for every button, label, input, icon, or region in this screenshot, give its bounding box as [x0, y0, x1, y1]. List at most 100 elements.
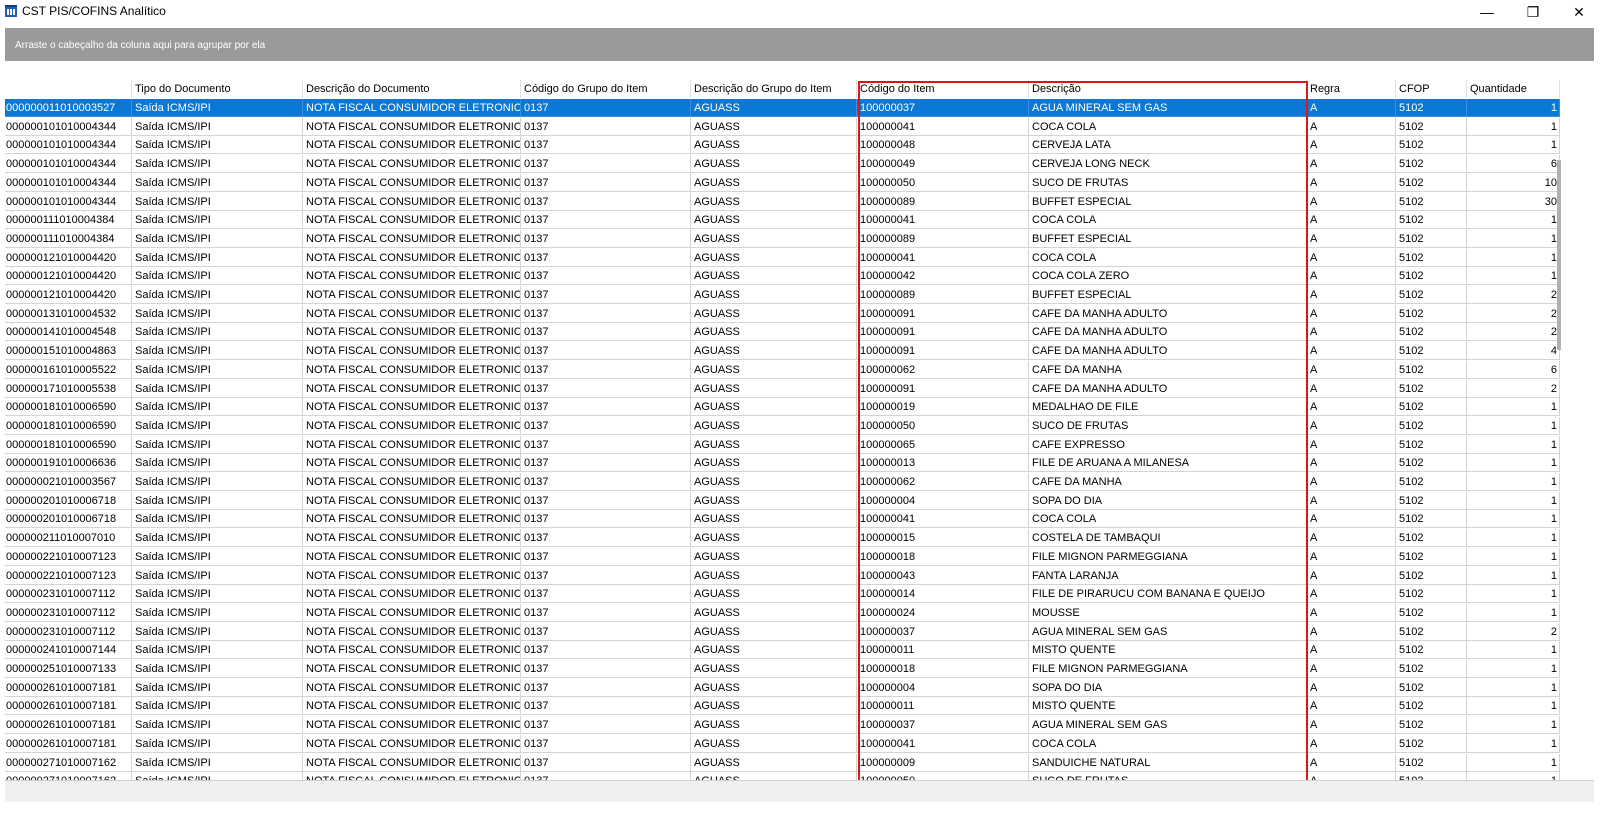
table-row[interactable]: 000000221010007123 Saída ICMS/IPI NOTA FIS… [5, 566, 1565, 585]
col-regra-cell: A [1307, 192, 1396, 211]
col-cfop-cell: 5102 [1396, 697, 1467, 716]
minimize-button[interactable]: — [1464, 0, 1510, 24]
col-document-number-cell: 000000181010006590 [5, 398, 132, 417]
table-row[interactable]: 000000231010007112 Saída ICMS/IPI NOTA FIS… [5, 622, 1565, 641]
col-descricao-cell: CAFE DA MANHA [1029, 360, 1307, 379]
col-cfop-cell: 5102 [1396, 211, 1467, 230]
table-row[interactable]: 000000181010006590 Saída ICMS/IPI NOTA FIS… [5, 398, 1565, 417]
col-cfop-cell: 5102 [1396, 641, 1467, 660]
table-row[interactable]: 000000161010005522 Saída ICMS/IPI NOTA FIS… [5, 360, 1565, 379]
title-bar: CST PIS/COFINS Analítico — ❐ ✕ [0, 0, 1600, 24]
group-by-panel[interactable]: Arraste o cabeçalho da coluna aqui para … [5, 28, 1594, 61]
col-document-number-cell: 000000271010007162 [5, 753, 132, 772]
col-descricao-grupo-cell: AGUASS [691, 772, 857, 780]
col-codigo-item-cell: 100000062 [857, 360, 1029, 379]
col-descricao-documento-cell: NOTA FISCAL CONSUMIDOR ELETRONICA [303, 529, 521, 548]
close-button[interactable]: ✕ [1556, 0, 1600, 24]
table-row[interactable]: 000000261010007181 Saída ICMS/IPI NOTA FIS… [5, 678, 1565, 697]
table-row[interactable]: 000000231010007112 Saída ICMS/IPI NOTA FIS… [5, 603, 1565, 622]
col-codigo-grupo-cell: 0137 [521, 603, 691, 622]
col-quantidade-header[interactable]: Quantidade [1467, 80, 1560, 98]
table-row[interactable]: 000000121010004420 Saída ICMS/IPI NOTA FIS… [5, 267, 1565, 286]
col-tipo-documento-header[interactable]: Tipo do Documento [132, 80, 303, 98]
col-descricao-grupo-cell: AGUASS [691, 473, 857, 491]
col-descricao-documento-cell: NOTA FISCAL CONSUMIDOR ELETRONICA [303, 734, 521, 753]
vertical-scrollbar[interactable] [1557, 160, 1561, 350]
col-descricao-grupo-cell: AGUASS [691, 398, 857, 417]
table-row[interactable]: 000000231010007112 Saída ICMS/IPI NOTA FIS… [5, 585, 1565, 604]
col-descricao-header[interactable]: Descrição [1029, 80, 1307, 98]
table-row[interactable]: 000000201010006718 Saída ICMS/IPI NOTA FIS… [5, 510, 1565, 529]
col-codigo-item-header[interactable]: Código do Item [857, 80, 1029, 98]
col-cfop-cell: 5102 [1396, 547, 1467, 566]
maximize-button[interactable]: ❐ [1510, 0, 1556, 24]
table-row[interactable]: 000000241010007144 Saída ICMS/IPI NOTA FIS… [5, 641, 1565, 660]
table-row[interactable]: 000000171010005538 Saída ICMS/IPI NOTA FIS… [5, 379, 1565, 398]
table-row[interactable]: 000000021010003567 Saída ICMS/IPI NOTA FIS… [5, 473, 1565, 491]
table-row[interactable]: 000000271010007162Saída ICMS/IPINOTA FIS… [5, 772, 1565, 780]
col-descricao-documento-cell: NOTA FISCAL CONSUMIDOR ELETRONICA [303, 155, 521, 174]
table-row[interactable]: 000000101010004344 Saída ICMS/IPI NOTA FIS… [5, 173, 1565, 192]
col-descricao-grupo-cell: AGUASS [691, 697, 857, 716]
table-row[interactable]: 000000271010007162Saída ICMS/IPINOTA FIS… [5, 753, 1565, 772]
col-regra-cell: A [1307, 342, 1396, 361]
col-tipo-documento-cell: Saída ICMS/IPI [132, 622, 303, 641]
table-row[interactable]: 000000261010007181 Saída ICMS/IPI NOTA FIS… [5, 716, 1565, 735]
col-regra-cell: A [1307, 641, 1396, 660]
table-row[interactable]: 000000141010004548 Saída ICMS/IPI NOTA FIS… [5, 323, 1565, 342]
table-row[interactable]: 000000151010004863 Saída ICMS/IPI NOTA FIS… [5, 342, 1565, 361]
col-cfop-cell: 5102 [1396, 267, 1467, 286]
table-row[interactable]: 000000201010006718 Saída ICMS/IPI NOTA FIS… [5, 491, 1565, 510]
col-cfop-header[interactable]: CFOP [1396, 80, 1467, 98]
table-row[interactable]: 000000191010006636 Saída ICMS/IPI NOTA FIS… [5, 454, 1565, 473]
col-quantidade-cell: 1 [1467, 734, 1560, 753]
col-cfop-cell: 5102 [1396, 229, 1467, 248]
table-row[interactable]: 000000251010007133 Saída ICMS/IPI NOTA FIS… [5, 660, 1565, 678]
col-codigo-grupo-header[interactable]: Código do Grupo do Item [521, 80, 691, 98]
table-row[interactable]: 000000101010004344 Saída ICMS/IPI NOTA FIS… [5, 117, 1565, 136]
table-row[interactable]: 000000101010004344 Saída ICMS/IPI NOTA FIS… [5, 136, 1565, 155]
table-row[interactable]: 000000101010004344 Saída ICMS/IPI NOTA FIS… [5, 155, 1565, 174]
col-descricao-cell: BUFFET ESPECIAL [1029, 229, 1307, 248]
col-codigo-item-cell: 100000037 [857, 716, 1029, 735]
table-row[interactable]: 000000181010006590 Saída ICMS/IPI NOTA FIS… [5, 416, 1565, 435]
col-document-number-header[interactable] [5, 80, 132, 98]
col-cfop-cell: 5102 [1396, 360, 1467, 379]
table-row[interactable]: 000000121010004420 Saída ICMS/IPI NOTA FIS… [5, 248, 1565, 267]
col-codigo-grupo-cell: 0137 [521, 398, 691, 417]
col-descricao-documento-header[interactable]: Descrição do Documento [303, 80, 521, 98]
table-row[interactable]: 000000111010004384 Saída ICMS/IPI NOTA FIS… [5, 211, 1565, 230]
col-descricao-grupo-cell: AGUASS [691, 454, 857, 473]
col-descricao-cell: FILE MIGNON PARMEGGIANA [1029, 660, 1307, 678]
col-cfop-cell: 5102 [1396, 753, 1467, 772]
col-descricao-cell: SUCO DE FRUTAS [1029, 416, 1307, 435]
col-cfop-cell: 5102 [1396, 379, 1467, 398]
col-regra-cell: A [1307, 622, 1396, 641]
table-row[interactable]: 000000261010007181 Saída ICMS/IPI NOTA FIS… [5, 697, 1565, 716]
col-descricao-grupo-header[interactable]: Descrição do Grupo do Item [691, 80, 857, 98]
table-row[interactable]: 000000131010004532 Saída ICMS/IPI NOTA FIS… [5, 304, 1565, 323]
table-row[interactable]: 000000011010003527 Saída ICMS/IPI NOTA FIS… [5, 99, 1565, 117]
col-quantidade-cell: 1 [1467, 547, 1560, 566]
col-regra-header[interactable]: Regra [1307, 80, 1396, 98]
col-descricao-documento-cell: NOTA FISCAL CONSUMIDOR ELETRONICA [303, 622, 521, 641]
col-regra-cell: A [1307, 603, 1396, 622]
col-codigo-grupo-cell: 0137 [521, 435, 691, 454]
col-codigo-grupo-cell: 0137 [521, 342, 691, 361]
table-row[interactable]: 000000101010004344 Saída ICMS/IPI NOTA FIS… [5, 192, 1565, 211]
col-descricao-grupo-cell: AGUASS [691, 603, 857, 622]
col-cfop-cell: 5102 [1396, 622, 1467, 641]
table-row[interactable]: 000000211010007010 Saída ICMS/IPI NOTA FIS… [5, 529, 1565, 548]
col-quantidade-cell: 1 [1467, 267, 1560, 286]
table-row[interactable]: 000000261010007181 Saída ICMS/IPI NOTA FIS… [5, 734, 1565, 753]
col-cfop-cell: 5102 [1396, 603, 1467, 622]
col-descricao-cell: CAFE DA MANHA ADULTO [1029, 379, 1307, 398]
table-row[interactable]: 000000181010006590 Saída ICMS/IPI NOTA FIS… [5, 435, 1565, 454]
col-regra-cell: A [1307, 697, 1396, 716]
table-row[interactable]: 000000221010007123 Saída ICMS/IPI NOTA FIS… [5, 547, 1565, 566]
data-grid[interactable]: Tipo do Documento Descrição do Documento C… [5, 62, 1594, 780]
col-cfop-cell: 5102 [1396, 248, 1467, 267]
table-row[interactable]: 000000111010004384 Saída ICMS/IPI NOTA FIS… [5, 229, 1565, 248]
col-codigo-grupo-cell: 0137 [521, 454, 691, 473]
table-row[interactable]: 000000121010004420 Saída ICMS/IPI NOTA FIS… [5, 286, 1565, 304]
